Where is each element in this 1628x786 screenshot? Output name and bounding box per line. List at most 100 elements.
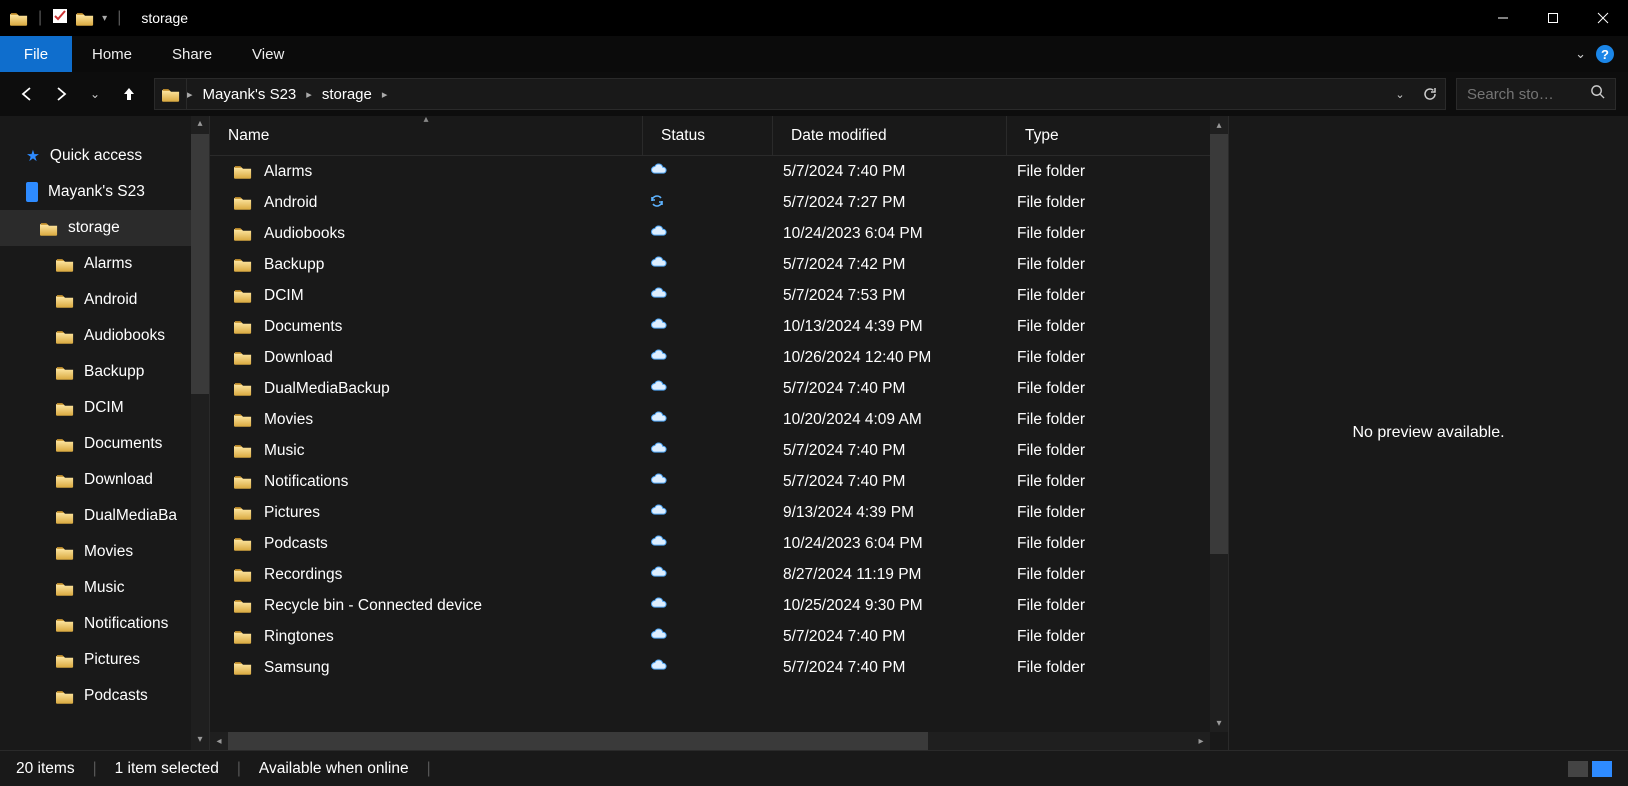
search-box[interactable]	[1456, 78, 1616, 110]
cloud-icon	[649, 410, 669, 429]
folder-icon	[56, 509, 74, 524]
folder-icon	[56, 473, 74, 488]
sidebar-folder-item[interactable]: Movies	[0, 534, 209, 570]
row-date: 5/7/2024 7:53 PM	[783, 287, 905, 304]
close-button[interactable]	[1578, 0, 1628, 36]
sidebar-quick-access[interactable]: ★Quick access	[0, 138, 209, 174]
cloud-icon	[649, 503, 669, 522]
tab-view[interactable]: View	[232, 36, 304, 72]
file-row[interactable]: Backupp 5/7/2024 7:42 PM File folder	[210, 249, 1228, 280]
row-name: Alarms	[264, 163, 312, 181]
preview-pane: No preview available.	[1228, 116, 1628, 750]
folder-icon	[10, 11, 28, 26]
back-button[interactable]	[12, 79, 42, 109]
sidebar-scrollbar[interactable]: ▴ ▾	[191, 116, 209, 750]
recent-dropdown-icon[interactable]: ⌄	[80, 79, 110, 109]
sidebar-folder-item[interactable]: Alarms	[0, 246, 209, 282]
breadcrumb-item[interactable]: Mayank's S23	[193, 86, 307, 103]
list-vscroll-thumb[interactable]	[1210, 134, 1228, 554]
list-hscroll-thumb[interactable]	[228, 732, 928, 750]
tree-label: Quick access	[50, 147, 142, 165]
search-input[interactable]	[1467, 86, 1590, 103]
forward-button[interactable]	[46, 79, 76, 109]
row-date: 10/24/2023 6:04 PM	[783, 225, 923, 242]
scroll-down-icon[interactable]: ▾	[193, 734, 207, 748]
file-row[interactable]: Documents 10/13/2024 4:39 PM File folder	[210, 311, 1228, 342]
tab-share[interactable]: Share	[152, 36, 232, 72]
dropdown-icon[interactable]: ▾	[102, 13, 107, 24]
file-row[interactable]: Ringtones 5/7/2024 7:40 PM File folder	[210, 621, 1228, 652]
up-button[interactable]	[114, 79, 144, 109]
scroll-right-icon[interactable]: ▸	[1192, 732, 1210, 750]
folder-icon	[56, 329, 74, 344]
file-row[interactable]: Podcasts 10/24/2023 6:04 PM File folder	[210, 528, 1228, 559]
file-row[interactable]: Movies 10/20/2024 4:09 AM File folder	[210, 404, 1228, 435]
file-row[interactable]: Audiobooks 10/24/2023 6:04 PM File folde…	[210, 218, 1228, 249]
file-row[interactable]: Pictures 9/13/2024 4:39 PM File folder	[210, 497, 1228, 528]
column-label: Status	[661, 127, 705, 145]
row-date: 10/24/2023 6:04 PM	[783, 535, 923, 552]
address-bar[interactable]: ▸ Mayank's S23 ▸ storage ▸ ⌄	[154, 78, 1446, 110]
scroll-up-icon[interactable]: ▴	[193, 118, 207, 132]
sidebar-folder-item[interactable]: DCIM	[0, 390, 209, 426]
address-dropdown-icon[interactable]: ⌄	[1385, 79, 1415, 109]
list-horizontal-scrollbar[interactable]: ◂ ▸	[210, 732, 1210, 750]
help-icon[interactable]: ?	[1596, 45, 1614, 63]
tree-label: Documents	[84, 435, 162, 453]
file-row[interactable]: Notifications 5/7/2024 7:40 PM File fold…	[210, 466, 1228, 497]
column-label: Date modified	[791, 127, 887, 145]
row-date: 5/7/2024 7:40 PM	[783, 659, 905, 676]
row-type: File folder	[1017, 225, 1085, 242]
file-row[interactable]: Samsung 5/7/2024 7:40 PM File folder	[210, 652, 1228, 683]
row-date: 5/7/2024 7:27 PM	[783, 194, 905, 211]
sidebar-folder-item[interactable]: Documents	[0, 426, 209, 462]
column-header-date[interactable]: Date modified	[773, 116, 1007, 155]
sidebar-scroll-thumb[interactable]	[191, 134, 209, 394]
list-vertical-scrollbar[interactable]: ▴ ▾	[1210, 116, 1228, 732]
scroll-down-icon[interactable]: ▾	[1210, 714, 1228, 732]
file-row[interactable]: Alarms 5/7/2024 7:40 PM File folder	[210, 156, 1228, 187]
sidebar-folder-item[interactable]: Notifications	[0, 606, 209, 642]
scroll-up-icon[interactable]: ▴	[1210, 116, 1228, 134]
row-type: File folder	[1017, 380, 1085, 397]
refresh-button[interactable]	[1415, 79, 1445, 109]
sidebar-folder-item[interactable]: Music	[0, 570, 209, 606]
column-header-name[interactable]: ▴Name	[210, 116, 643, 155]
column-header-status[interactable]: Status	[643, 116, 773, 155]
sidebar-folder-item[interactable]: Audiobooks	[0, 318, 209, 354]
file-row[interactable]: Download 10/26/2024 12:40 PM File folder	[210, 342, 1228, 373]
sidebar-folder-item[interactable]: DualMediaBa	[0, 498, 209, 534]
expand-ribbon-icon[interactable]: ⌄	[1575, 46, 1586, 62]
folder-icon	[40, 221, 58, 236]
column-header-type[interactable]: Type	[1007, 116, 1228, 155]
row-type: File folder	[1017, 535, 1085, 552]
breadcrumb-item[interactable]: storage	[312, 86, 382, 103]
sidebar-device[interactable]: Mayank's S23	[0, 174, 209, 210]
row-date: 5/7/2024 7:42 PM	[783, 256, 905, 273]
file-row[interactable]: Recycle bin - Connected device 10/25/202…	[210, 590, 1228, 621]
status-availability: Available when online	[259, 760, 409, 778]
tab-home[interactable]: Home	[72, 36, 152, 72]
file-tab[interactable]: File	[0, 36, 72, 72]
sidebar-folder-item[interactable]: Podcasts	[0, 678, 209, 714]
minimize-button[interactable]	[1478, 0, 1528, 36]
file-row[interactable]: Recordings 8/27/2024 11:19 PM File folde…	[210, 559, 1228, 590]
large-icons-view-button[interactable]	[1592, 761, 1612, 777]
file-row[interactable]: DCIM 5/7/2024 7:53 PM File folder	[210, 280, 1228, 311]
status-selected: 1 item selected	[115, 760, 219, 778]
sidebar-folder-item[interactable]: Download	[0, 462, 209, 498]
cloud-icon	[649, 596, 669, 615]
sidebar-folder-item[interactable]: Android	[0, 282, 209, 318]
sidebar-current-folder[interactable]: storage	[0, 210, 209, 246]
file-row[interactable]: Music 5/7/2024 7:40 PM File folder	[210, 435, 1228, 466]
maximize-button[interactable]	[1528, 0, 1578, 36]
scroll-left-icon[interactable]: ◂	[210, 732, 228, 750]
file-row[interactable]: DualMediaBackup 5/7/2024 7:40 PM File fo…	[210, 373, 1228, 404]
sidebar-folder-item[interactable]: Backupp	[0, 354, 209, 390]
chevron-right-icon[interactable]: ▸	[382, 88, 388, 101]
file-row[interactable]: Android 5/7/2024 7:27 PM File folder	[210, 187, 1228, 218]
details-view-button[interactable]	[1568, 761, 1588, 777]
pipe-icon: |	[93, 760, 97, 778]
sidebar-folder-item[interactable]: Pictures	[0, 642, 209, 678]
search-icon[interactable]	[1590, 84, 1605, 104]
